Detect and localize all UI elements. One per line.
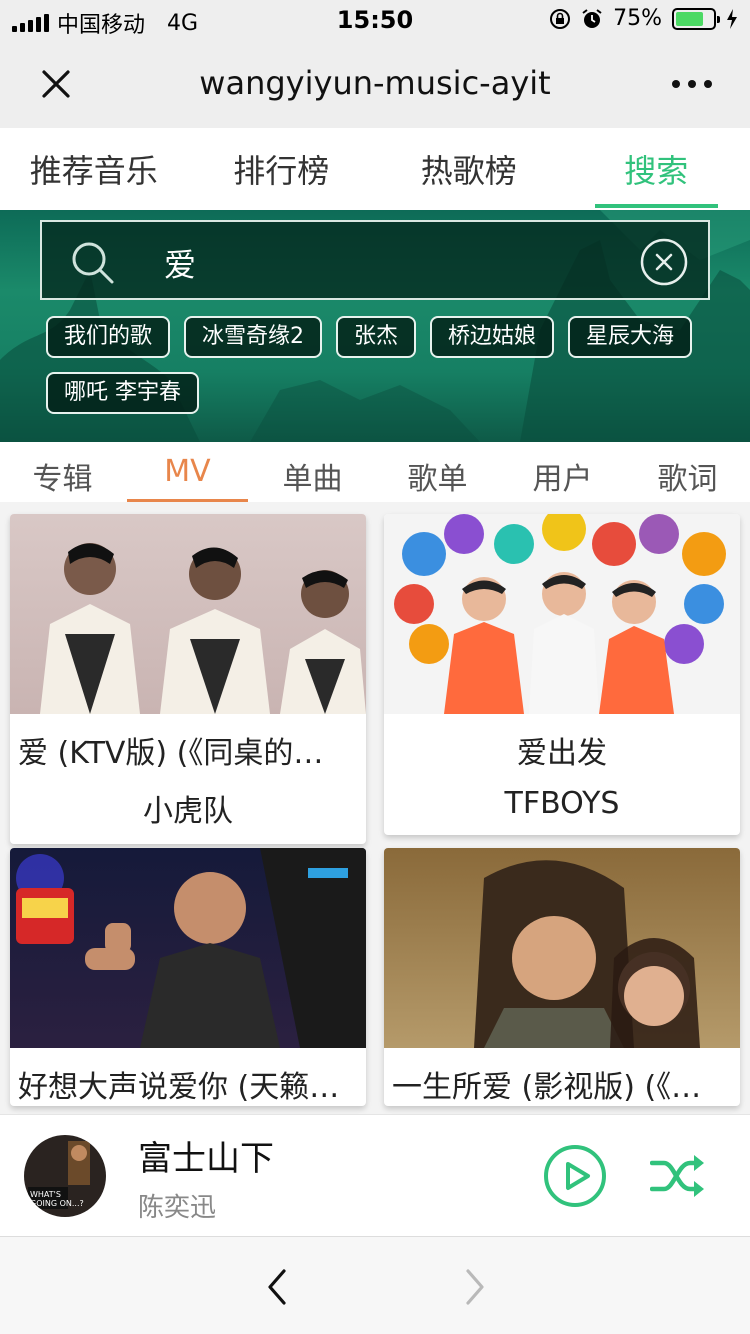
back-arrow-icon[interactable] [262,1267,292,1307]
mini-player: WHAT'S GOING ON...? 富士山下 陈奕迅 [0,1114,750,1236]
status-bar: 中国移动 4G 15:50 75% [0,0,750,40]
mv-card[interactable]: 一生所爱 (影视版) (《… [384,848,740,1106]
charging-icon [727,8,737,29]
hot-tag[interactable]: 冰雪奇缘2 [184,316,323,358]
mv-artist: TFBOYS [504,786,620,821]
alarm-icon [582,8,602,28]
nav-bar: wangyiyun-music-ayit [0,40,750,128]
hot-tag[interactable]: 桥边姑娘 [430,316,555,358]
mv-thumbnail [384,514,740,714]
subtab-mv[interactable]: MV [125,442,250,502]
mv-title: 爱 (KTV版) (《同桌的… [18,736,324,771]
mv-thumbnail [10,848,366,1048]
tab-hot-songs[interactable]: 热歌榜 [375,128,563,210]
hot-tag[interactable]: 张杰 [336,316,417,358]
mv-title: 爱出发 [517,736,607,771]
main-tabs: 推荐音乐 排行榜 热歌榜 搜索 [0,128,750,210]
svg-text:GOING ON...?: GOING ON...? [30,1199,84,1208]
play-icon[interactable] [542,1143,608,1209]
mv-card[interactable]: 爱出发 TFBOYS [384,514,740,835]
mv-card[interactable]: 爱 (KTV版) (《同桌的… 小虎队 [10,514,366,844]
battery-icon [672,7,720,30]
mv-artist: 小虎队 [143,794,233,829]
album-cover[interactable]: WHAT'S GOING ON...? [24,1135,106,1217]
search-icon [72,242,114,284]
mv-thumbnail [10,514,366,714]
hot-search-tags: 我们的歌 冰雪奇缘2 张杰 桥边姑娘 星辰大海 哪吒 李宇春 [46,316,706,414]
forward-arrow-icon[interactable] [460,1267,490,1307]
mv-title: 好想大声说爱你 (天籁… [18,1070,340,1105]
hot-tag[interactable]: 我们的歌 [46,316,171,358]
search-input[interactable]: 爱 [164,240,196,286]
hot-tag[interactable]: 星辰大海 [568,316,693,358]
mv-title: 一生所爱 (影视版) (《… [392,1070,702,1105]
search-hero: 爱 我们的歌 冰雪奇缘2 张杰 桥边姑娘 星辰大海 哪吒 李宇春 [0,210,750,442]
mv-card[interactable]: 好想大声说爱你 (天籁… [10,848,366,1106]
subtab-playlist[interactable]: 歌单 [375,442,500,502]
mv-results-grid: 爱 (KTV版) (《同桌的… 小虎队 爱出发 TFBOYS 好想大声说爱你 (… [0,502,750,1114]
subtab-album[interactable]: 专辑 [0,442,125,502]
result-type-tabs: 专辑 MV 单曲 歌单 用户 歌词 [0,442,750,502]
clear-search-icon[interactable] [640,238,688,286]
subtab-single[interactable]: 单曲 [250,442,375,502]
hot-tag[interactable]: 哪吒 李宇春 [46,372,199,414]
now-playing-singer: 陈奕迅 [138,1193,217,1223]
page-title: wangyiyun-music-ayit [199,64,551,102]
search-box[interactable]: 爱 [40,220,710,300]
tab-ranking[interactable]: 排行榜 [188,128,376,210]
rotation-lock-icon [550,8,571,29]
tab-search[interactable]: 搜索 [563,128,750,210]
shuffle-icon[interactable] [650,1151,706,1201]
subtab-user[interactable]: 用户 [500,442,625,502]
mv-thumbnail [384,848,740,1048]
more-icon[interactable] [670,70,714,98]
subtab-lyrics[interactable]: 歌词 [625,442,750,502]
battery-percent: 75% [613,6,662,31]
tab-recommend[interactable]: 推荐音乐 [0,128,188,210]
browser-toolbar [0,1236,750,1334]
now-playing-song: 富士山下 [138,1139,274,1179]
svg-text:WHAT'S: WHAT'S [30,1190,61,1199]
